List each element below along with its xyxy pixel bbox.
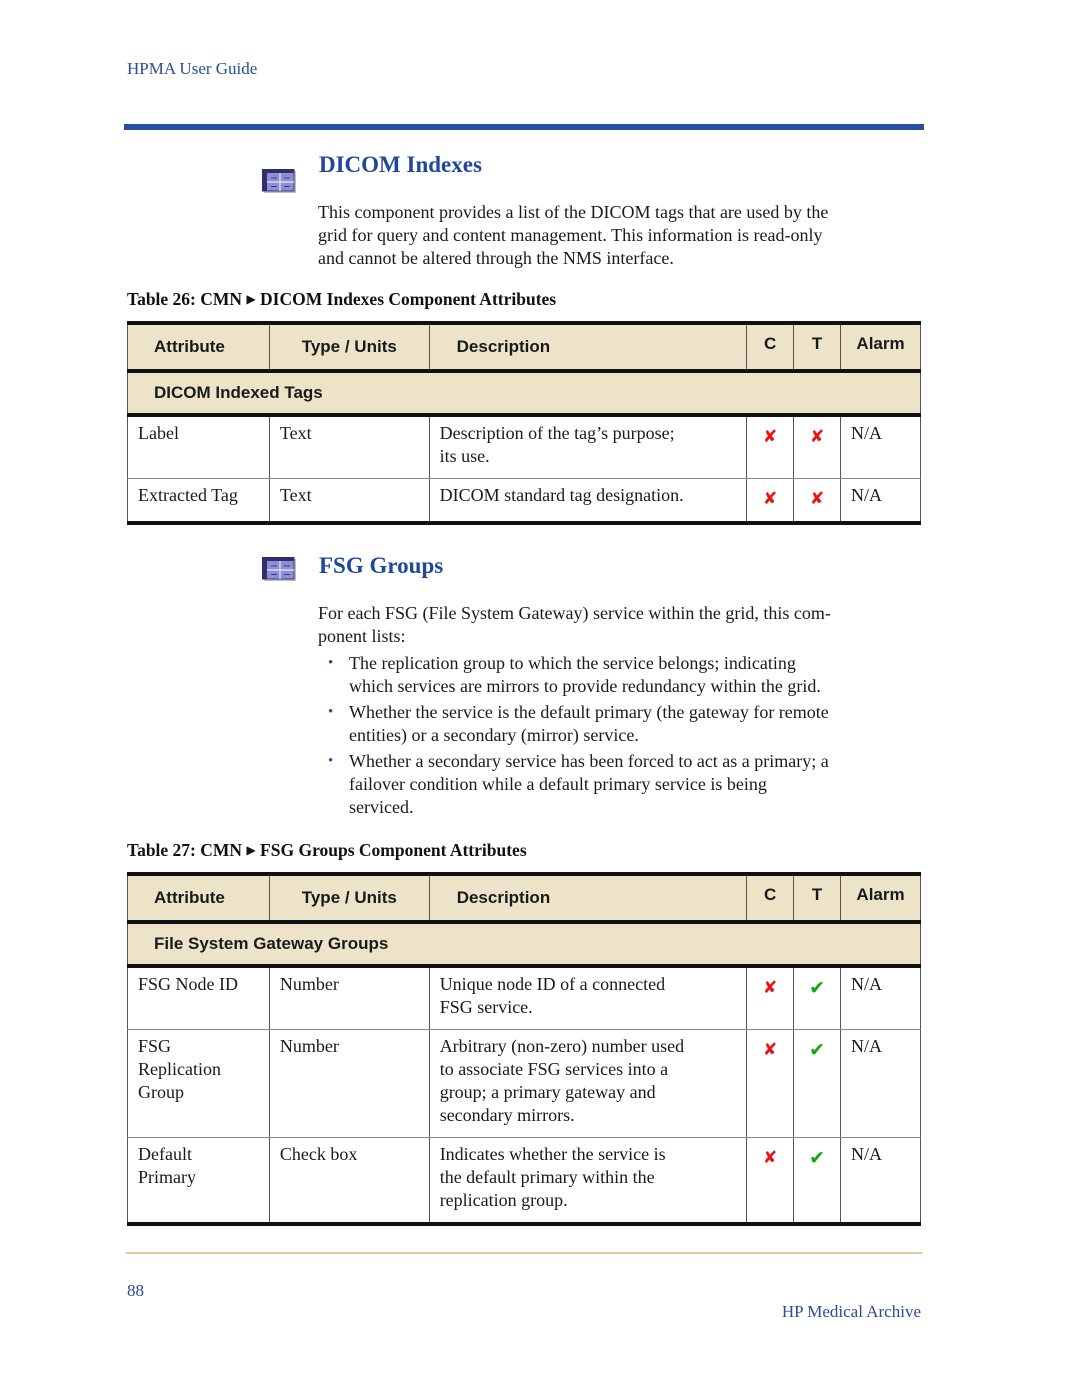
description-cell: DICOM standard tag designation.	[439, 485, 684, 505]
list-item: • Whether the service is the default pri…	[328, 702, 829, 745]
alarm-cell: N/A	[851, 1036, 883, 1056]
attribute-cell: Extracted Tag	[138, 485, 238, 505]
description-cell: Unique node ID of a connected FSG service…	[439, 974, 666, 1017]
column-header-alarm: Alarm	[840, 321, 921, 373]
caption-prefix: Table 27: CMN	[127, 840, 243, 860]
type-cell: Number	[279, 1036, 339, 1056]
intro-line: This component provides a list of the DI…	[318, 202, 829, 222]
table-27-fsg-groups: Attribute Type / Units Description C T A…	[127, 872, 921, 1226]
table-component-icon	[261, 168, 296, 193]
no-mark-icon: ✘	[763, 427, 778, 447]
description-cell: Description of the tag’s purpose; its use…	[439, 423, 675, 466]
column-header-alarm: Alarm	[840, 872, 921, 924]
check-mark-icon: ✔	[809, 977, 826, 999]
table-row: Label Text Description of the tag’s purp…	[127, 415, 921, 479]
alarm-cell: N/A	[851, 423, 883, 443]
column-header-attribute: Attribute	[127, 321, 270, 373]
breadcrumb-arrow-icon: ▶	[246, 843, 256, 857]
check-mark-icon: ✔	[809, 1039, 826, 1061]
table-component-icon	[261, 556, 296, 581]
caption-prefix: Table 26: CMN	[127, 289, 243, 309]
group-label: File System Gateway Groups	[127, 922, 921, 968]
section-title-dicom-indexes: DICOM Indexes	[319, 152, 482, 177]
no-mark-icon: ✘	[763, 489, 778, 509]
description-cell: Arbitrary (non-zero) number used to assoc…	[439, 1036, 685, 1125]
table-header-row: Attribute Type / Units Description C T A…	[127, 321, 921, 373]
type-cell: Text	[279, 485, 312, 505]
footer-title: HP Medical Archive	[781, 1302, 921, 1321]
breadcrumb-arrow-icon: ▶	[246, 292, 256, 306]
column-header-description: Description	[428, 321, 748, 373]
type-cell: Text	[279, 423, 312, 443]
table-27-caption: Table 27: CMN ▶ FSG Groups Component Att…	[127, 840, 527, 861]
dicom-indexes-intro: This component provides a list of the DI…	[318, 201, 928, 270]
caption-suffix: FSG Groups Component Attributes	[260, 840, 527, 860]
check-mark-icon: ✔	[809, 1147, 826, 1169]
table-group-row: DICOM Indexed Tags	[127, 371, 921, 417]
fsg-groups-intro: For each FSG (File System Gateway) servi…	[318, 602, 928, 822]
no-mark-icon: ✘	[763, 1148, 778, 1168]
attribute-cell: Label	[138, 423, 179, 443]
bullet-icon: •	[328, 655, 334, 671]
table-row: Extracted Tag Text DICOM standard tag de…	[127, 478, 921, 525]
no-mark-icon: ✘	[809, 427, 825, 447]
table-26-caption: Table 26: CMN ▶ DICOM Indexes Component …	[127, 289, 556, 310]
description-cell: Indicates whether the service is the defa…	[439, 1144, 666, 1210]
caption-suffix: DICOM Indexes Component Attributes	[260, 289, 557, 309]
column-header-t: T	[793, 872, 842, 924]
list-item: • The replication group to which the ser…	[328, 653, 821, 696]
type-cell: Check box	[279, 1144, 358, 1164]
column-header-description: Description	[428, 872, 748, 924]
alarm-cell: N/A	[851, 485, 883, 505]
page-number: 88	[127, 1281, 144, 1300]
attribute-cell: Default Primary	[138, 1144, 196, 1187]
no-mark-icon: ✘	[809, 489, 825, 509]
column-header-attribute: Attribute	[127, 872, 270, 924]
table-26-dicom-indexes: Attribute Type / Units Description C T A…	[127, 321, 921, 525]
group-label: DICOM Indexed Tags	[127, 371, 921, 417]
column-header-c: C	[746, 872, 795, 924]
alarm-cell: N/A	[851, 1144, 883, 1164]
intro-line: ponent lists:	[318, 626, 406, 646]
bullet-icon: •	[328, 753, 334, 769]
section-title-fsg-groups: FSG Groups	[319, 553, 444, 578]
column-header-c: C	[746, 321, 795, 373]
column-header-type-units: Type / Units	[268, 872, 430, 924]
type-cell: Number	[279, 974, 339, 994]
column-header-t: T	[793, 321, 842, 373]
table-header-row: Attribute Type / Units Description C T A…	[127, 872, 921, 924]
fsg-bullet-list: • The replication group to which the ser…	[318, 652, 928, 819]
intro-line: grid for query and content management. T…	[318, 225, 823, 245]
no-mark-icon: ✘	[763, 978, 778, 998]
column-header-type-units: Type / Units	[268, 321, 430, 373]
running-header: HPMA User Guide	[127, 59, 258, 78]
list-item: • Whether a secondary service has been f…	[328, 751, 829, 817]
table-group-row: File System Gateway Groups	[127, 922, 921, 968]
header-rule	[124, 124, 924, 130]
table-row: Default Primary Check box Indicates wheth…	[127, 1137, 921, 1226]
footer-rule	[126, 1252, 922, 1254]
no-mark-icon: ✘	[763, 1040, 778, 1060]
alarm-cell: N/A	[851, 974, 883, 994]
attribute-cell: FSG Node ID	[138, 974, 239, 994]
bullet-icon: •	[328, 704, 334, 720]
attribute-cell: FSG Replication Group	[138, 1036, 221, 1102]
table-row: FSG Replication Group Number Arbitrary (no…	[127, 1029, 921, 1138]
intro-line: For each FSG (File System Gateway) servi…	[318, 603, 831, 623]
intro-line: and cannot be altered through the NMS in…	[318, 248, 674, 268]
table-row: FSG Node ID Number Unique node ID of a c…	[127, 966, 921, 1030]
